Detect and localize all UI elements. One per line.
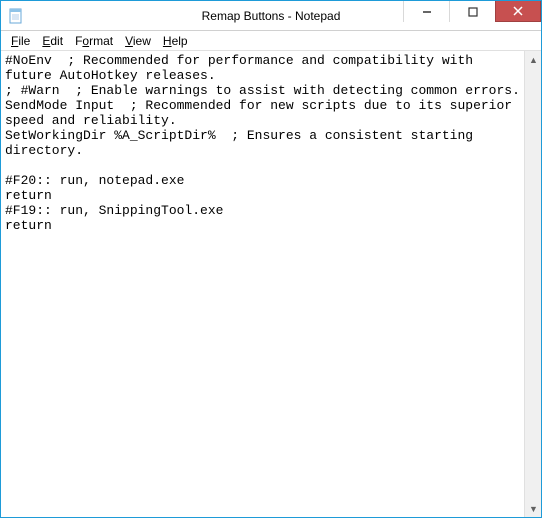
scroll-down-arrow-icon[interactable]: ▼ (525, 500, 542, 517)
menu-edit[interactable]: Edit (36, 33, 69, 49)
text-editor[interactable]: #NoEnv ; Recommended for performance and… (1, 51, 524, 517)
menu-view[interactable]: View (119, 33, 157, 49)
menu-file[interactable]: File (5, 33, 36, 49)
vertical-scrollbar[interactable]: ▲ ▼ (524, 51, 541, 517)
minimize-button[interactable] (403, 1, 449, 22)
menu-format-rest: rmat (89, 34, 113, 48)
window-controls (403, 1, 541, 23)
close-button[interactable] (495, 1, 541, 22)
menu-view-rest: iew (133, 34, 151, 48)
menu-edit-rest: dit (50, 34, 63, 48)
maximize-button[interactable] (449, 1, 495, 22)
window-titlebar[interactable]: Remap Buttons - Notepad (1, 1, 541, 31)
scroll-up-arrow-icon[interactable]: ▲ (525, 51, 542, 68)
menu-format[interactable]: Format (69, 33, 119, 49)
menu-help-rest: elp (172, 34, 188, 48)
menu-bar: File Edit Format View Help (1, 31, 541, 51)
content-area: #NoEnv ; Recommended for performance and… (1, 51, 541, 517)
window-title: Remap Buttons - Notepad (202, 9, 341, 23)
notepad-icon (8, 8, 24, 24)
menu-file-rest: ile (18, 34, 30, 48)
menu-help[interactable]: Help (157, 33, 194, 49)
